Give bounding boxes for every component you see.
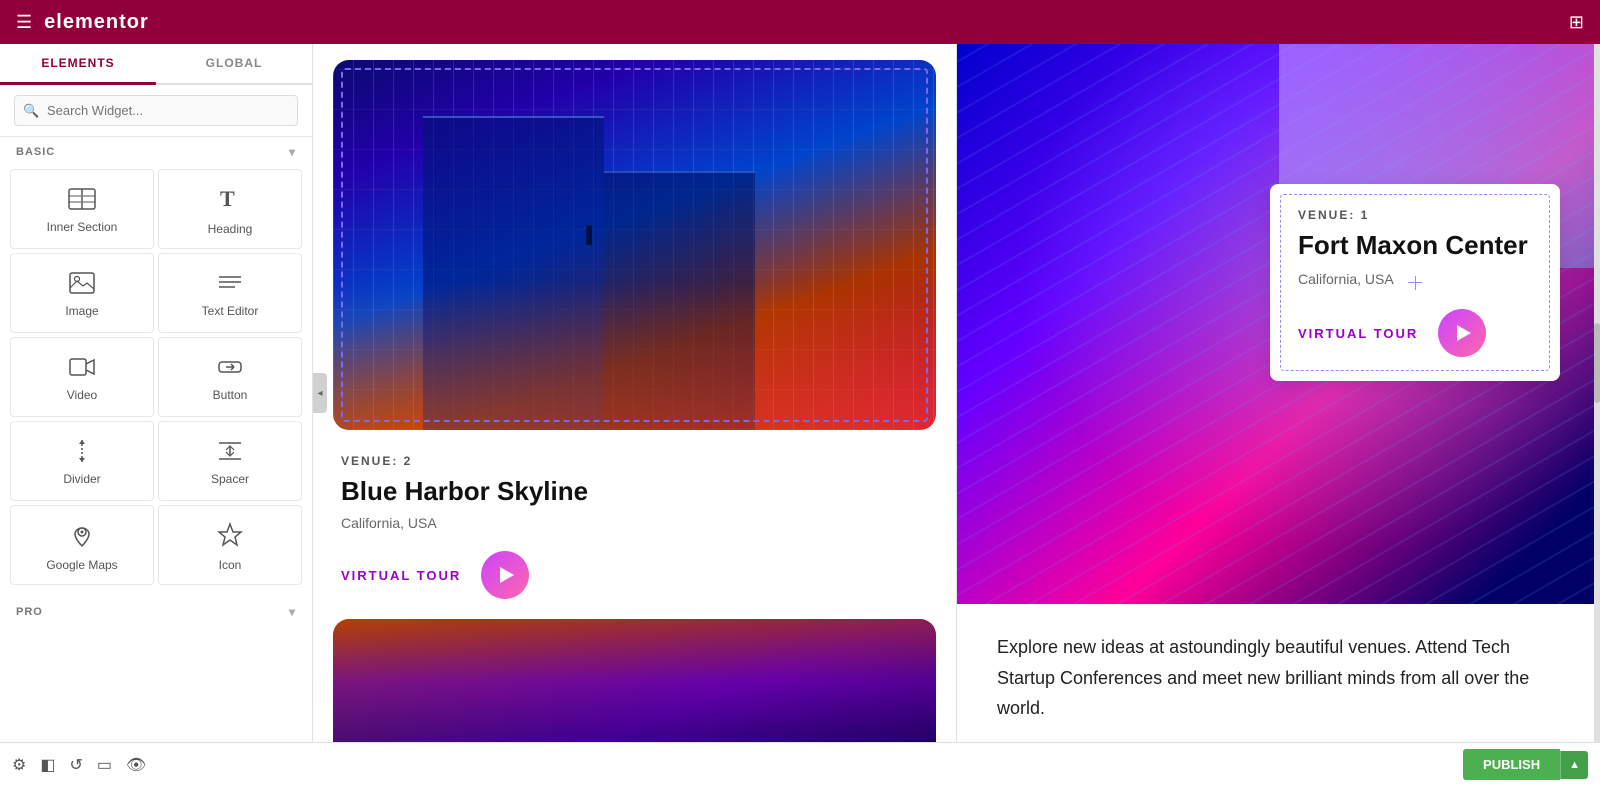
icon-widget-icon	[217, 522, 243, 552]
canvas-inner: ▌ VENUE: 2 Blue Harbor Skyline Californi…	[313, 44, 1600, 742]
venue-left-card: ▌ VENUE: 2 Blue Harbor Skyline Californi…	[313, 44, 957, 742]
spacer-label: Spacer	[211, 472, 249, 486]
widget-button[interactable]: Button	[158, 337, 302, 417]
tab-global[interactable]: GLOBAL	[156, 44, 312, 83]
venue1-number: VENUE: 1	[1298, 208, 1532, 222]
top-bar-left: ☰ elementor	[16, 11, 149, 34]
widget-text-editor[interactable]: Text Editor	[158, 253, 302, 333]
widget-inner-section[interactable]: Inner Section	[10, 169, 154, 249]
spacer-icon	[217, 440, 243, 466]
venue2-play-button[interactable]	[481, 551, 529, 599]
scroll-bar[interactable]	[1594, 44, 1600, 742]
layers-icon[interactable]: ◧	[40, 755, 55, 775]
button-icon	[217, 356, 243, 382]
elementor-logo: elementor	[44, 11, 149, 34]
widget-icon[interactable]: Icon	[158, 505, 302, 585]
maps-icon	[69, 522, 95, 552]
cursor-indicator: ▌	[586, 227, 592, 237]
settings-icon[interactable]: ⚙	[12, 755, 26, 775]
venues-row: ▌ VENUE: 2 Blue Harbor Skyline Californi…	[313, 44, 1600, 742]
svg-text:T: T	[220, 186, 235, 211]
search-icon: 🔍	[23, 103, 39, 119]
description-text: Explore new ideas at astoundingly beauti…	[997, 632, 1560, 724]
tab-elements[interactable]: ELEMENTS	[0, 44, 156, 85]
venue2-number: VENUE: 2	[341, 454, 928, 468]
crosshair-icon	[1405, 273, 1425, 293]
widget-heading[interactable]: T Heading	[158, 169, 302, 249]
image-label: Image	[65, 304, 98, 318]
heading-label: Heading	[208, 222, 253, 236]
publish-btn-group: PUBLISH ▲	[1463, 749, 1588, 780]
image-icon	[69, 272, 95, 298]
widget-spacer[interactable]: Spacer	[158, 421, 302, 501]
heading-icon: T	[217, 186, 243, 216]
text-editor-icon	[217, 272, 243, 298]
inner-section-label: Inner Section	[47, 220, 118, 234]
inner-section-icon	[68, 188, 96, 214]
widget-video[interactable]: Video	[10, 337, 154, 417]
icon-label: Icon	[219, 558, 242, 572]
venue2-tour-row: VIRTUAL TOUR	[341, 551, 928, 599]
canvas-area: ▌ VENUE: 2 Blue Harbor Skyline Californi…	[313, 44, 1600, 742]
venue1-description: Explore new ideas at astoundingly beauti…	[957, 604, 1600, 742]
divider-icon	[69, 440, 95, 466]
video-icon	[69, 356, 95, 382]
venue2-bottom-image	[333, 619, 936, 742]
top-bar: ☰ elementor ⊞	[0, 0, 1600, 44]
grid-icon[interactable]: ⊞	[1569, 12, 1584, 33]
hamburger-icon[interactable]: ☰	[16, 12, 32, 33]
widgets-grid: Inner Section T Heading	[0, 165, 312, 589]
sidebar: ELEMENTS GLOBAL 🔍 BASIC ▾	[0, 44, 313, 742]
venue2-info: VENUE: 2 Blue Harbor Skyline California,…	[313, 430, 956, 619]
text-editor-label: Text Editor	[202, 304, 259, 318]
section-basic-label: BASIC ▾	[0, 137, 312, 165]
scroll-thumb[interactable]	[1594, 323, 1600, 403]
search-wrapper: 🔍	[14, 95, 298, 126]
responsive-icon[interactable]: ▭	[97, 755, 112, 775]
main-layout: ELEMENTS GLOBAL 🔍 BASIC ▾	[0, 44, 1600, 742]
chevron-down-icon: ▾	[289, 145, 296, 159]
venue-right-card: VENUE: 1 Fort Maxon Center California, U…	[957, 44, 1600, 742]
bottom-bar: ⚙ ◧ ↺ ▭ 👁 PUBLISH ▲	[0, 742, 1600, 786]
history-icon[interactable]: ↺	[69, 755, 82, 775]
venue1-card-overlay: VENUE: 1 Fort Maxon Center California, U…	[1270, 184, 1560, 381]
venue2-image: ▌	[333, 60, 936, 430]
chevron-down-icon-pro: ▾	[289, 605, 296, 619]
venue2-location: California, USA	[341, 515, 928, 531]
eye-icon[interactable]: 👁	[126, 755, 146, 775]
venue1-play-button[interactable]	[1438, 309, 1486, 357]
google-maps-label: Google Maps	[46, 558, 117, 572]
search-input[interactable]	[14, 95, 298, 126]
button-label: Button	[213, 388, 248, 402]
collapse-handle[interactable]: ◂	[313, 373, 327, 413]
section-pro-label: PRO ▾	[0, 597, 312, 625]
collapse-arrow-icon: ◂	[317, 388, 322, 399]
publish-button[interactable]: PUBLISH	[1463, 749, 1560, 780]
widget-google-maps[interactable]: Google Maps	[10, 505, 154, 585]
sidebar-tabs: ELEMENTS GLOBAL	[0, 44, 312, 85]
publish-arrow-button[interactable]: ▲	[1560, 751, 1588, 779]
bottom-bar-left: ⚙ ◧ ↺ ▭ 👁	[12, 755, 146, 775]
divider-label: Divider	[63, 472, 100, 486]
venue2-name: Blue Harbor Skyline	[341, 476, 928, 507]
venue1-play-triangle-icon	[1457, 325, 1471, 341]
venue1-virtual-tour-link[interactable]: VIRTUAL TouR	[1298, 326, 1418, 341]
video-label: Video	[67, 388, 97, 402]
venue1-tour-row: VIRTUAL TouR	[1298, 309, 1532, 357]
search-bar: 🔍	[0, 85, 312, 137]
widget-divider[interactable]: Divider	[10, 421, 154, 501]
widget-image[interactable]: Image	[10, 253, 154, 333]
play-triangle-icon	[500, 567, 514, 583]
venue1-name: Fort Maxon Center	[1298, 230, 1532, 261]
venue2-virtual-tour-link[interactable]: VIRTUAL TOUR	[341, 568, 461, 583]
